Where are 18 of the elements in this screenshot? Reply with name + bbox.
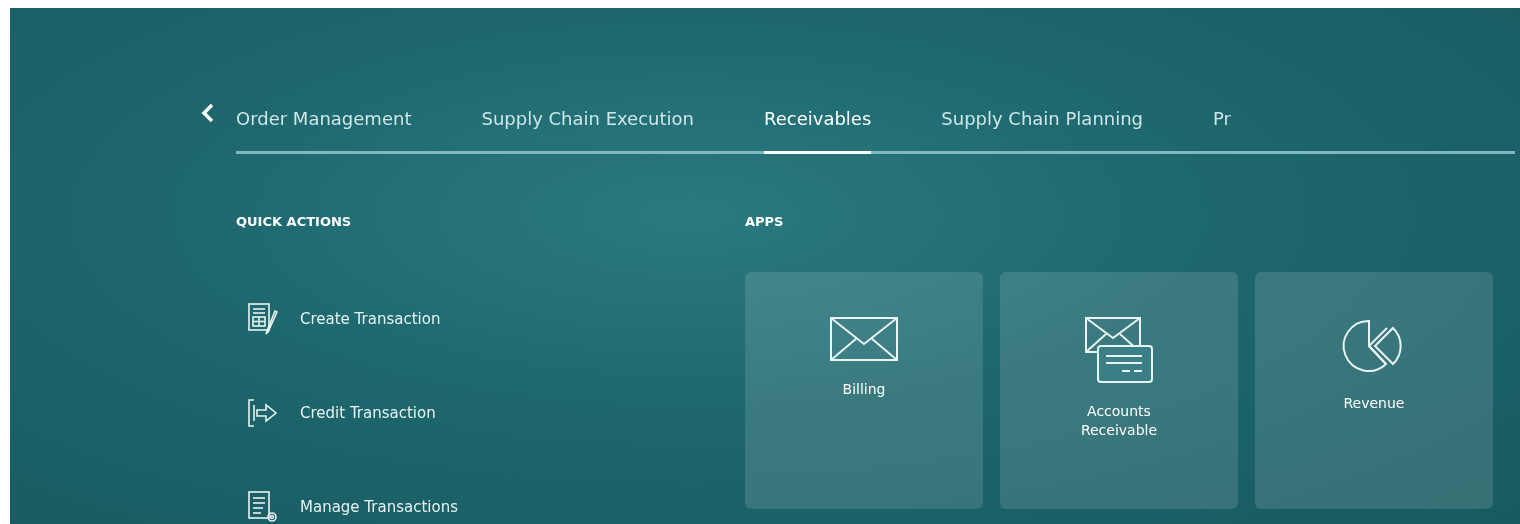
quick-action-link[interactable]: Credit Transaction: [236, 366, 745, 460]
app-tile[interactable]: Revenue: [1255, 272, 1493, 509]
tab[interactable]: Order Management: [236, 108, 412, 154]
tab[interactable]: Receivables: [764, 108, 872, 154]
list-gear-icon: [246, 490, 280, 524]
tab[interactable]: Supply Chain Execution: [481, 108, 694, 154]
app-tile[interactable]: Accounts Receivable: [1000, 272, 1238, 509]
app-tile[interactable]: Billing: [745, 272, 983, 509]
quick-action-link[interactable]: Manage Transactions: [236, 460, 745, 524]
bracket-arrow-icon: [246, 397, 280, 429]
tab[interactable]: Supply Chain Planning: [941, 108, 1144, 154]
tab[interactable]: Pr: [1213, 108, 1231, 154]
quick-action-link[interactable]: Create Transaction: [236, 272, 745, 366]
envelope-document-icon: [1084, 316, 1154, 384]
section-heading: QUICK ACTIONS: [236, 214, 353, 231]
form-pencil-icon: [246, 302, 280, 336]
section-heading: APPS: [745, 214, 785, 231]
envelope-icon: [829, 316, 899, 362]
